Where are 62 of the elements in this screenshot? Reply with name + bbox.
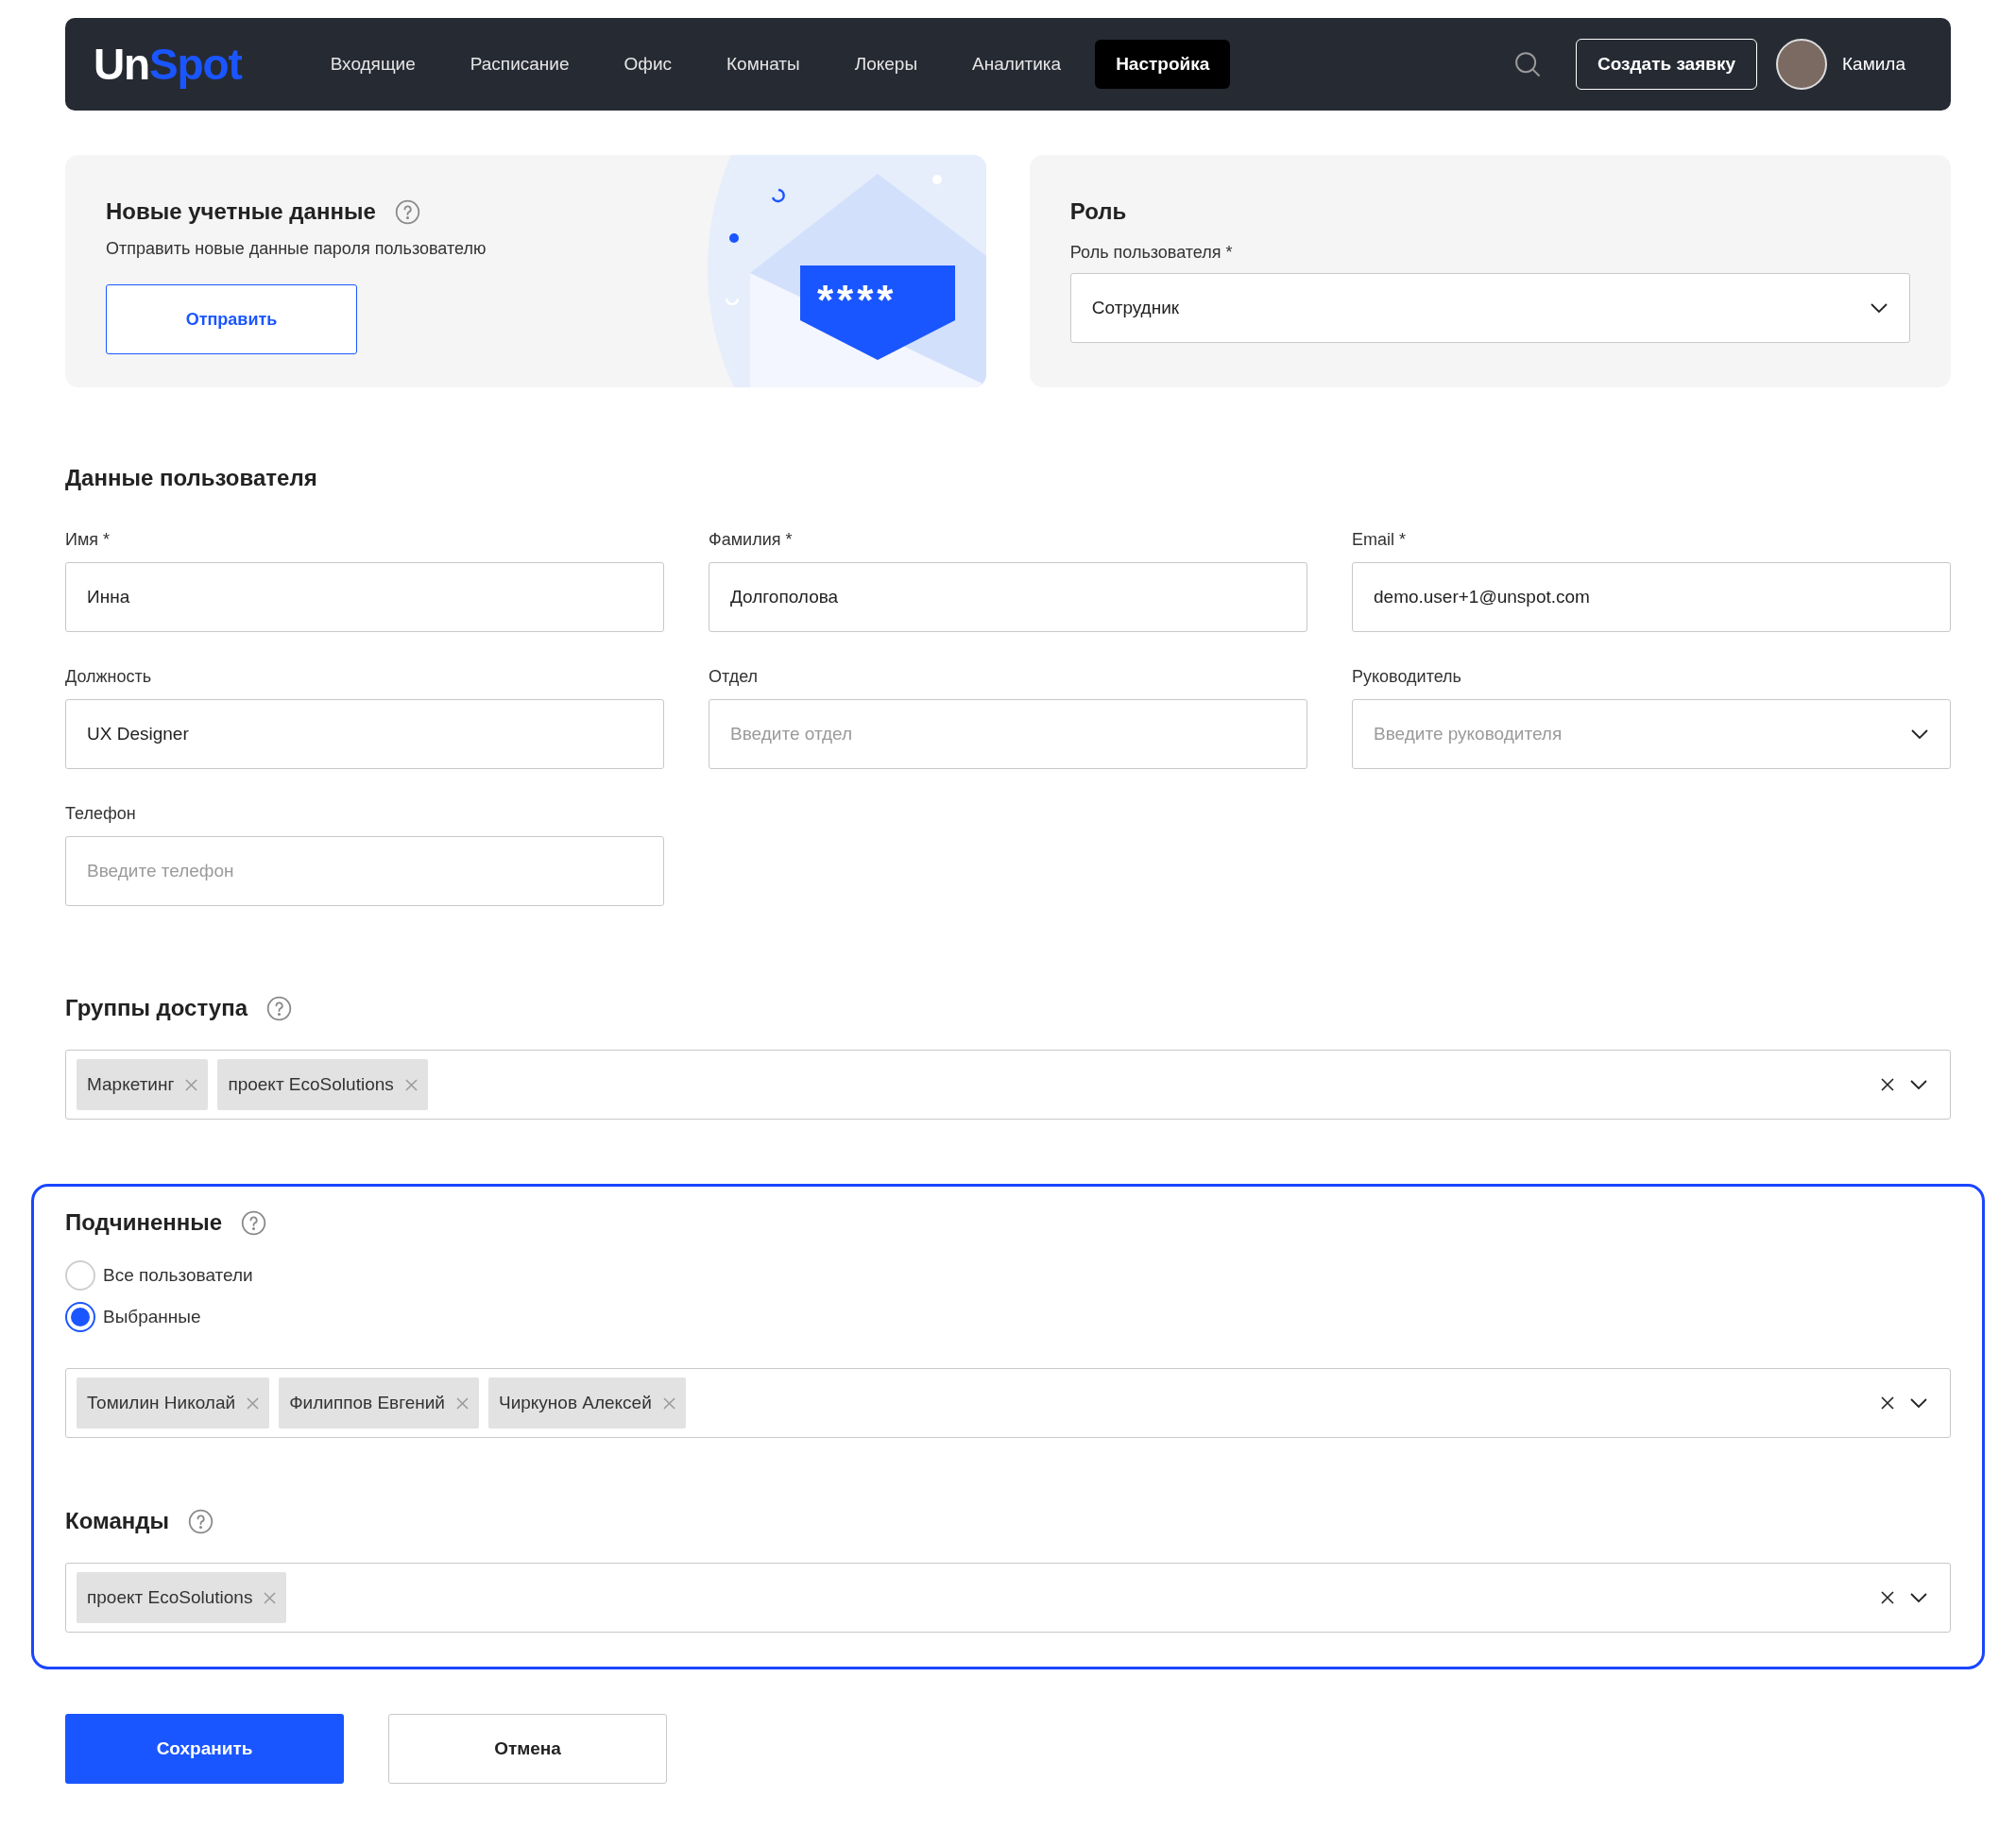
section-title: Данные пользователя: [65, 464, 317, 492]
create-request-button[interactable]: Создать заявку: [1576, 39, 1758, 90]
field-label: Email *: [1352, 529, 1407, 551]
tag-chip[interactable]: проект EcoSolutions: [77, 1572, 287, 1623]
field-label: Отдел: [709, 666, 760, 688]
field-label: Руководитель: [1352, 666, 1462, 688]
chevron-down-icon[interactable]: [1870, 302, 1888, 314]
field-label: Имя *: [65, 529, 111, 551]
input-field[interactable]: demo.user+1@unspot.com: [1352, 562, 1951, 632]
field-label: Телефон: [65, 803, 137, 825]
field-label: Фамилия *: [709, 529, 794, 551]
nav-tab[interactable]: Расписание: [449, 40, 590, 89]
tag-chip[interactable]: Филиппов Евгений: [279, 1378, 479, 1429]
card-title: Новые учетные данные: [106, 197, 376, 226]
tag-chip[interactable]: Томилин Николай: [77, 1378, 270, 1429]
clear-icon[interactable]: [1881, 1591, 1894, 1604]
input-field[interactable]: Инна: [65, 562, 664, 632]
field-label: Должность: [65, 666, 153, 688]
nav-tab[interactable]: Локеры: [833, 40, 939, 89]
tag-chip[interactable]: Маркетинг: [77, 1059, 209, 1110]
nav-tab[interactable]: Настройка: [1095, 40, 1231, 89]
masked-password: ****: [817, 280, 897, 321]
tag-chip[interactable]: проект EcoSolutions: [217, 1059, 428, 1110]
input-field[interactable]: Долгополова: [709, 562, 1307, 632]
input-field[interactable]: Введите отдел: [709, 699, 1307, 769]
help-icon[interactable]: [188, 1508, 214, 1534]
chevron-down-icon[interactable]: [1909, 1079, 1928, 1090]
chevron-down-icon[interactable]: [1910, 728, 1929, 740]
input-field[interactable]: UX Designer: [65, 699, 664, 769]
save-button[interactable]: Сохранить: [65, 1714, 344, 1784]
nav-tab[interactable]: Офис: [603, 40, 693, 89]
multi-select-field[interactable]: проект EcoSolutions: [65, 1563, 1951, 1633]
help-icon[interactable]: [241, 1209, 267, 1236]
nav-tab[interactable]: Входящие: [309, 40, 436, 89]
input-field[interactable]: Введите телефон: [65, 836, 664, 906]
section-title: Группы доступа: [65, 994, 248, 1022]
card-description: Отправить новые данные пароля пользователю: [106, 238, 487, 260]
search-icon[interactable]: [1513, 50, 1542, 78]
chevron-down-icon[interactable]: [1909, 1592, 1928, 1603]
cancel-button[interactable]: Отмена: [388, 1714, 667, 1784]
multi-select-field[interactable]: Томилин Николай Филиппов Евгений Чиркунов Алексей: [65, 1368, 1951, 1438]
user-name[interactable]: Камила: [1842, 50, 1905, 78]
multi-select-field[interactable]: Маркетинг проект EcoSolutions: [65, 1050, 1951, 1120]
radio-label[interactable]: Выбранные: [103, 1303, 201, 1331]
send-button[interactable]: Отправить: [106, 284, 357, 354]
help-icon[interactable]: [394, 198, 420, 225]
radio-button[interactable]: [65, 1302, 95, 1332]
nav-tab[interactable]: Аналитика: [951, 40, 1083, 89]
avatar[interactable]: [1776, 39, 1828, 90]
role-select[interactable]: Сотрудник: [1069, 273, 1910, 343]
nav-tab[interactable]: Комнаты: [706, 40, 821, 89]
help-icon[interactable]: [266, 995, 292, 1021]
chevron-down-icon[interactable]: [1909, 1397, 1928, 1409]
field-label: Роль пользователя *: [1069, 242, 1234, 264]
clear-icon[interactable]: [1881, 1396, 1894, 1410]
clear-icon[interactable]: [1881, 1078, 1894, 1091]
tag-chip[interactable]: Чиркунов Алексей: [487, 1378, 686, 1429]
card-title: Роль: [1069, 197, 1128, 226]
section-title: Команды: [65, 1507, 169, 1535]
logo[interactable]: UnSpot: [94, 31, 242, 97]
radio-label[interactable]: Все пользователи: [103, 1261, 253, 1290]
section-title: Подчиненные: [65, 1208, 223, 1237]
